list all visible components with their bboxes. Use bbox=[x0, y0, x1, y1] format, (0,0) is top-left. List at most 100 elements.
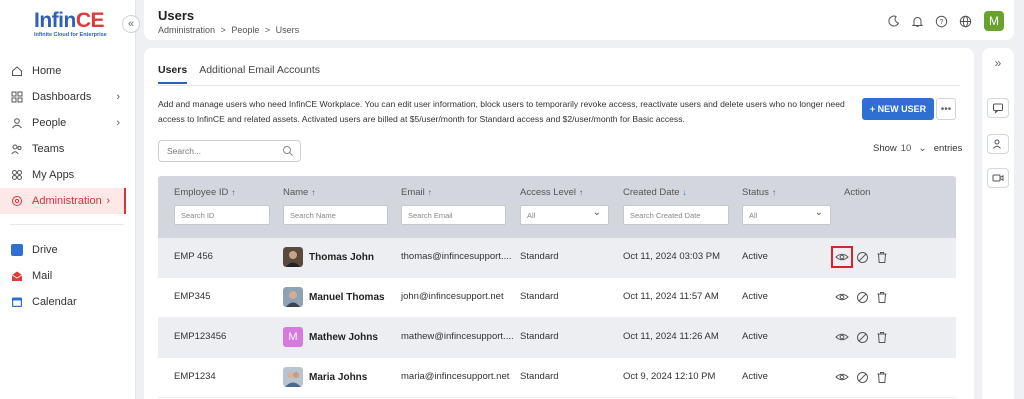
block-icon[interactable] bbox=[854, 369, 870, 385]
home-icon bbox=[10, 64, 24, 78]
filter-email-input[interactable]: Search Email bbox=[401, 205, 506, 225]
breadcrumb-people[interactable]: People bbox=[231, 25, 259, 35]
sort-icon[interactable]: ↓ bbox=[683, 188, 687, 197]
user-photo bbox=[283, 287, 303, 307]
contacts-icon[interactable] bbox=[987, 134, 1009, 154]
globe-icon[interactable] bbox=[958, 14, 972, 28]
sidebar-item-dashboards[interactable]: Dashboards › bbox=[0, 84, 134, 110]
sort-icon[interactable]: ↑ bbox=[231, 188, 235, 197]
sidebar-item-people[interactable]: People › bbox=[0, 110, 134, 136]
new-user-button[interactable]: + NEW USER bbox=[862, 98, 934, 120]
filter-status-select[interactable]: All bbox=[742, 205, 831, 225]
sidebar-item-mail[interactable]: Mail bbox=[0, 263, 134, 289]
sidebar-item-calendar[interactable]: Calendar bbox=[0, 289, 134, 315]
block-icon[interactable] bbox=[854, 249, 870, 265]
sidebar-item-my-apps[interactable]: My Apps bbox=[0, 162, 134, 188]
calendar-icon bbox=[10, 295, 24, 309]
page-size-control: Show 10 ⌄ entries bbox=[873, 143, 962, 154]
cell-email: mathew@infincesupport.... bbox=[401, 331, 514, 342]
filter-name-input[interactable]: Search Name bbox=[283, 205, 388, 225]
user-avatar[interactable]: M bbox=[984, 11, 1004, 31]
table-row[interactable]: EMP345 Manuel Thomas john@infincesupport… bbox=[158, 278, 956, 318]
delete-trash-icon[interactable] bbox=[874, 249, 890, 265]
column-header-created-date[interactable]: Created Date ↓ bbox=[623, 187, 687, 198]
breadcrumb-users: Users bbox=[275, 25, 300, 35]
breadcrumb-administration[interactable]: Administration bbox=[158, 25, 215, 35]
delete-trash-icon[interactable] bbox=[874, 369, 890, 385]
column-label: Created Date bbox=[623, 187, 680, 198]
user-initial-avatar: M bbox=[283, 327, 303, 347]
column-label: Email bbox=[401, 187, 425, 198]
tab-users[interactable]: Users bbox=[158, 64, 188, 84]
sort-icon[interactable]: ↑ bbox=[579, 188, 583, 197]
cell-access-level: Standard bbox=[520, 371, 559, 382]
user-name[interactable]: Maria Johns bbox=[309, 372, 367, 383]
sidebar-nav: Home Dashboards › People › Teams My Apps… bbox=[0, 58, 134, 315]
sidebar-item-drive[interactable]: Drive bbox=[0, 237, 134, 263]
expand-rail-icon[interactable]: » bbox=[982, 56, 1014, 70]
view-eye-icon[interactable] bbox=[834, 369, 850, 385]
row-actions bbox=[831, 246, 890, 268]
logo-tagline: Infinite Cloud for Enterprise bbox=[34, 32, 107, 38]
search-icon[interactable] bbox=[282, 145, 294, 160]
table-header: Employee ID ↑ Name ↑ Email ↑ Access Level ↑ … bbox=[158, 176, 956, 238]
help-icon[interactable]: ? bbox=[934, 14, 948, 28]
breadcrumb: Administration > People > Users bbox=[158, 25, 302, 35]
page-size-select[interactable]: 10 bbox=[901, 143, 912, 154]
sidebar-item-label: Administration bbox=[32, 195, 102, 207]
column-header-status[interactable]: Status ↑ bbox=[742, 187, 776, 198]
collapse-sidebar-button[interactable]: « bbox=[122, 15, 140, 33]
block-icon[interactable] bbox=[854, 329, 870, 345]
row-actions bbox=[834, 329, 890, 345]
cell-employee-id: EMP 456 bbox=[174, 251, 213, 262]
filter-created-date-input[interactable]: Search Created Date bbox=[623, 205, 729, 225]
page-title: Users bbox=[158, 8, 195, 23]
cell-access-level: Standard bbox=[520, 331, 559, 342]
sort-icon[interactable]: ↑ bbox=[428, 188, 432, 197]
view-eye-icon[interactable] bbox=[834, 289, 850, 305]
column-header-employee-id[interactable]: Employee ID ↑ bbox=[174, 187, 235, 198]
cell-status: Active bbox=[742, 371, 768, 382]
chevron-right-icon: › bbox=[106, 195, 110, 207]
column-header-name[interactable]: Name ↑ bbox=[283, 187, 315, 198]
infince-logo[interactable]: InfinCE Infinite Cloud for Enterprise bbox=[34, 10, 107, 39]
column-header-email[interactable]: Email ↑ bbox=[401, 187, 432, 198]
cell-employee-id: EMP345 bbox=[174, 291, 211, 302]
chat-icon[interactable] bbox=[987, 98, 1009, 118]
view-eye-icon[interactable] bbox=[831, 246, 853, 268]
table-row[interactable]: EMP123456 M Mathew Johns mathew@infinces… bbox=[158, 318, 956, 358]
chevron-down-icon[interactable]: ⌄ bbox=[918, 143, 926, 154]
tab-additional-email-accounts[interactable]: Additional Email Accounts bbox=[199, 64, 320, 84]
sidebar-item-teams[interactable]: Teams bbox=[0, 136, 134, 162]
cell-created-date: Oct 9, 2024 12:10 PM bbox=[623, 371, 716, 382]
teams-icon bbox=[10, 142, 24, 156]
moon-icon[interactable] bbox=[886, 14, 900, 28]
search-field[interactable] bbox=[158, 140, 301, 162]
view-eye-icon[interactable] bbox=[834, 329, 850, 345]
table-row[interactable]: EMP 456 Thomas John thomas@infincesuppor… bbox=[158, 238, 956, 278]
delete-trash-icon[interactable] bbox=[874, 289, 890, 305]
block-icon[interactable] bbox=[854, 289, 870, 305]
sidebar-item-label: Home bbox=[32, 65, 62, 77]
sort-icon[interactable]: ↑ bbox=[772, 188, 776, 197]
filter-access-level-select[interactable]: All bbox=[520, 205, 609, 225]
user-name[interactable]: Thomas John bbox=[309, 252, 374, 263]
sort-icon[interactable]: ↑ bbox=[311, 188, 315, 197]
column-label: Employee ID bbox=[174, 187, 229, 198]
delete-trash-icon[interactable] bbox=[874, 329, 890, 345]
video-icon[interactable] bbox=[987, 168, 1009, 188]
user-name[interactable]: Mathew Johns bbox=[309, 332, 378, 343]
more-options-button[interactable]: ••• bbox=[936, 98, 956, 120]
bell-icon[interactable] bbox=[910, 14, 924, 28]
mail-icon bbox=[10, 269, 24, 283]
search-input[interactable] bbox=[167, 146, 277, 156]
sidebar-item-home[interactable]: Home bbox=[0, 58, 134, 84]
user-name[interactable]: Manuel Thomas bbox=[309, 292, 385, 303]
sidebar-item-label: Mail bbox=[32, 270, 53, 282]
table-row[interactable]: EMP1234 Maria Johns maria@infincesupport… bbox=[158, 358, 956, 398]
sidebar-item-administration[interactable]: Administration › bbox=[0, 188, 126, 214]
column-header-access-level[interactable]: Access Level ↑ bbox=[520, 187, 583, 198]
filter-employee-id-input[interactable]: Search ID bbox=[174, 205, 270, 225]
main-card: Users Additional Email Accounts Add and … bbox=[144, 48, 974, 399]
person-icon bbox=[10, 116, 24, 130]
